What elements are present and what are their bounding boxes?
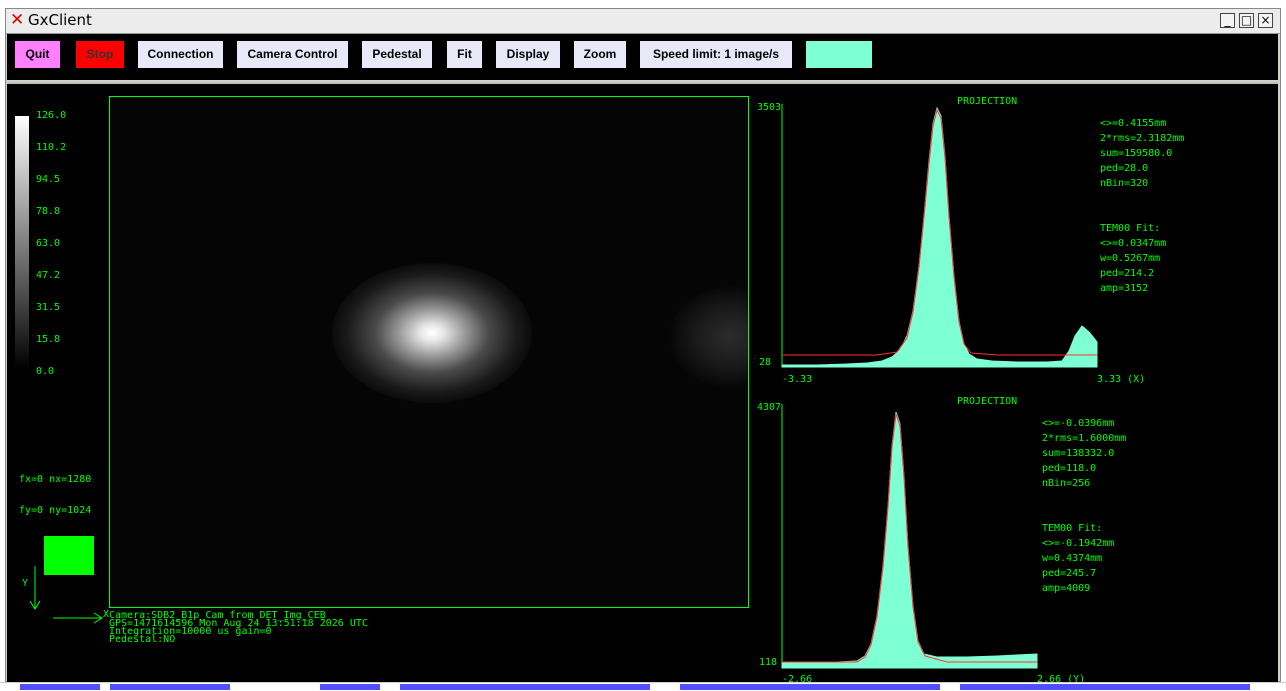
fx-readout: fx=0 nx=1280 <box>19 474 92 485</box>
projection-y-stat: sum=138332.0 <box>1042 448 1114 459</box>
projection-x-stat: 2*rms=2.3182mm <box>1100 133 1184 144</box>
scale-label: 15.8 <box>36 334 61 345</box>
status-indicator <box>806 41 872 68</box>
stop-button[interactable]: Stop <box>76 41 124 68</box>
toolbar: Quit Stop Connection Camera Control Pede… <box>7 34 1278 80</box>
projection-y-stat: <>=-0.0396mm <box>1042 418 1114 429</box>
projection-y-fit: <>=-0.1942mm <box>1042 538 1114 549</box>
projection-x-xmax: 3.33 (X) <box>1097 374 1145 385</box>
camera-info: Camera:SDB2_B1p_Cam from DET_Img_CEB GPS… <box>109 611 368 645</box>
projection-y-histogram <box>781 411 1038 669</box>
color-scale-bar <box>15 116 29 370</box>
scale-label: 63.0 <box>36 238 61 249</box>
projection-x-xmin: -3.33 <box>782 374 812 385</box>
beam-spot <box>332 263 532 403</box>
projection-y-title: PROJECTION <box>957 396 1017 407</box>
window-title: GxClient <box>28 11 92 29</box>
projection-x-ymax: 3503 <box>757 102 781 113</box>
camera-info-line: Pedestal:NO <box>109 634 176 645</box>
axis-indicator: Y X <box>22 566 109 624</box>
display-area: 126.0 110.2 94.5 78.8 63.0 47.2 31.5 15.… <box>7 82 1278 683</box>
scale-label: 0.0 <box>36 366 55 377</box>
scale-label: 31.5 <box>36 302 61 313</box>
app-window: ✕ GxClient _ □ × Quit Stop Connection Ca… <box>5 8 1281 683</box>
projection-x-fit: amp=3152 <box>1100 283 1148 294</box>
app-x-icon: ✕ <box>10 10 25 30</box>
display-button[interactable]: Display <box>496 41 560 68</box>
projection-x-fit: ped=214.2 <box>1100 268 1154 279</box>
fit-button[interactable]: Fit <box>447 41 482 68</box>
projection-x-fit: <>=0.0347mm <box>1100 238 1166 249</box>
projection-x-stat: sum=159580.0 <box>1100 148 1172 159</box>
scale-label: 94.5 <box>36 174 61 185</box>
scale-label: 110.2 <box>36 142 67 153</box>
scale-label: 47.2 <box>36 270 61 281</box>
camera-image[interactable] <box>109 96 749 608</box>
speed-limit-button[interactable]: Speed limit: 1 image/s <box>640 41 792 68</box>
projection-y-fit: TEM00 Fit: <box>1042 523 1102 534</box>
projection-y-fit: ped=245.7 <box>1042 568 1096 579</box>
projection-y-stat: nBin=256 <box>1042 478 1090 489</box>
projection-y-fit: amp=4009 <box>1042 583 1090 594</box>
secondary-spot <box>670 287 748 387</box>
minimize-button[interactable]: _ <box>1220 13 1235 28</box>
camera-control-button[interactable]: Camera Control <box>237 41 348 68</box>
axis-y-label: Y <box>22 578 28 589</box>
projection-x-plot: PROJECTION 3503 28 -3.33 3.33 (X) <>=0.4… <box>757 96 1184 385</box>
scale-label: 78.8 <box>36 206 61 217</box>
quit-button[interactable]: Quit <box>15 41 60 68</box>
projection-x-stat: <>=0.4155mm <box>1100 118 1166 129</box>
projection-y-stat: 2*rms=1.6000mm <box>1042 433 1126 444</box>
projection-y-plot: PROJECTION 4307 118 -2.66 2.66 (Y) <>=-0… <box>757 396 1126 683</box>
projection-x-title: PROJECTION <box>957 96 1017 107</box>
fy-readout: fy=0 ny=1024 <box>19 505 92 516</box>
pedestal-button[interactable]: Pedestal <box>362 41 432 68</box>
projection-y-ymax: 4307 <box>757 402 781 413</box>
maximize-button[interactable]: □ <box>1239 13 1254 28</box>
projection-y-stat: ped=118.0 <box>1042 463 1096 474</box>
projection-y-fit: w=0.4374mm <box>1042 553 1102 564</box>
projection-x-stat: nBin=320 <box>1100 178 1148 189</box>
close-button[interactable]: × <box>1258 13 1273 28</box>
projection-y-ymin: 118 <box>759 657 777 668</box>
connection-button[interactable]: Connection <box>138 41 223 68</box>
scale-label: 126.0 <box>36 110 67 121</box>
projection-x-fit: w=0.5267mm <box>1100 253 1160 264</box>
projection-x-ymin: 28 <box>759 357 771 368</box>
projection-x-fit: TEM00 Fit: <box>1100 223 1160 234</box>
zoom-button[interactable]: Zoom <box>574 41 626 68</box>
title-bar: ✕ GxClient _ □ × <box>6 9 1280 34</box>
projection-x-stat: ped=28.0 <box>1100 163 1148 174</box>
projection-x-histogram <box>781 106 1098 368</box>
